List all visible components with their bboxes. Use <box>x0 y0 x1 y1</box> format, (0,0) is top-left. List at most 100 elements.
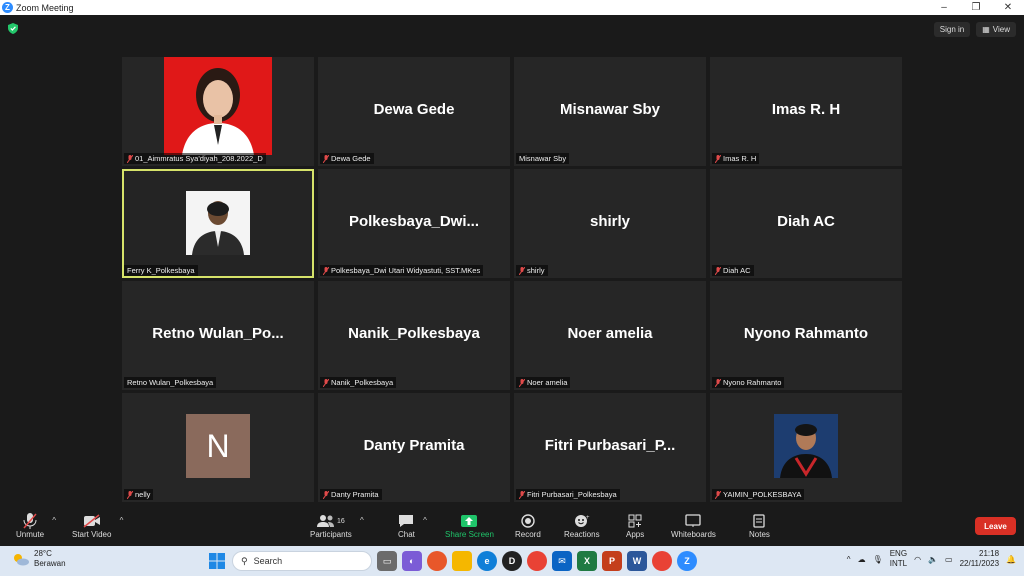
close-button[interactable]: ✕ <box>992 0 1024 15</box>
language-code: ENG <box>889 549 908 558</box>
mic-muted-icon <box>519 266 525 275</box>
chevron-up-icon[interactable]: ^ <box>847 555 851 564</box>
windows-taskbar: 28°C Berawan ⚲ Search ▭ ◐ e D ✉ X P W Z … <box>0 546 1024 576</box>
mail-icon[interactable]: ✉ <box>552 551 572 571</box>
video-tile[interactable]: Danty Pramita Danty Pramita <box>318 393 510 502</box>
video-tile[interactable]: Diah AC Diah AC <box>710 169 902 278</box>
apps-button[interactable]: Apps <box>626 512 644 539</box>
chat-button[interactable]: Chat ^ <box>398 512 427 539</box>
zoom-taskbar-icon[interactable]: Z <box>677 551 697 571</box>
tile-name: Misnawar Sby <box>519 154 567 163</box>
chrome-icon[interactable] <box>527 551 547 571</box>
security-shield-icon[interactable] <box>8 23 18 34</box>
participant-name-label: Danty Pramita <box>320 489 382 500</box>
tile-name: shirly <box>527 266 545 275</box>
notes-icon <box>753 514 766 528</box>
restore-button[interactable]: ❐ <box>960 0 992 15</box>
tile-display-name: Polkesbaya_Dwi... <box>348 213 480 230</box>
edge-browser-icon[interactable]: e <box>477 551 497 571</box>
tile-name: Dewa Gede <box>331 154 371 163</box>
chevron-up-icon[interactable]: ^ <box>120 516 124 525</box>
mic-muted-icon <box>715 490 721 499</box>
video-tile[interactable]: Nanik_Polkesbaya Nanik_Polkesbaya <box>318 281 510 390</box>
participants-icon <box>317 515 334 527</box>
video-tile[interactable]: Noer amelia Noer amelia <box>514 281 706 390</box>
view-label: View <box>992 25 1010 34</box>
tile-name: Imas R. H <box>723 154 757 163</box>
sign-in-button[interactable]: Sign in <box>933 22 971 37</box>
participants-button[interactable]: 16 Participants ^ <box>310 512 364 539</box>
mic-muted-icon <box>127 154 133 163</box>
unmute-label: Unmute <box>16 530 45 539</box>
video-tile[interactable]: Imas R. H Imas R. H <box>710 57 902 166</box>
window-title: Zoom Meeting <box>16 2 74 13</box>
volume-icon[interactable]: 🔈 <box>928 555 938 564</box>
reactions-button[interactable]: + Reactions <box>564 512 600 539</box>
participants-count: 16 <box>337 517 345 525</box>
video-tile[interactable]: Polkesbaya_Dwi... Polkesbaya_Dwi Utari W… <box>318 169 510 278</box>
app-icon[interactable] <box>427 551 447 571</box>
video-tile[interactable]: shirly shirly <box>514 169 706 278</box>
wifi-icon[interactable]: ◠ <box>914 555 921 564</box>
video-tile[interactable]: YAIMIN_POLKESBAYA <box>710 393 902 502</box>
video-tile[interactable]: Dewa Gede Dewa Gede <box>318 57 510 166</box>
clock-date: 22/11/2023 <box>959 559 1000 568</box>
participant-name-label: YAIMIN_POLKESBAYA <box>712 489 805 500</box>
microphone-icon[interactable]: 🎙 <box>873 555 883 564</box>
record-button[interactable]: Record <box>515 512 541 539</box>
word-icon[interactable]: W <box>627 551 647 571</box>
minimize-button[interactable]: – <box>928 0 960 15</box>
participant-name-label: Diah AC <box>712 265 754 276</box>
participant-photo <box>164 57 272 155</box>
tile-name: Ferry K_Polkesbaya <box>127 266 195 275</box>
video-tile[interactable]: Nyono Rahmanto Nyono Rahmanto <box>710 281 902 390</box>
video-tile-active-speaker[interactable]: Ferry K_Polkesbaya <box>122 169 314 278</box>
start-video-button[interactable]: Start Video ^ <box>72 512 123 539</box>
whiteboards-label: Whiteboards <box>671 530 716 539</box>
video-tile[interactable]: Misnawar Sby Misnawar Sby <box>514 57 706 166</box>
window-titlebar: Z Zoom Meeting – ❐ ✕ <box>0 0 1024 15</box>
chevron-up-icon[interactable]: ^ <box>360 516 364 525</box>
video-tile[interactable]: Fitri Purbasari_P... Fitri Purbasari_Pol… <box>514 393 706 502</box>
tile-name: Fitri Purbasari_Polkesbaya <box>527 490 617 499</box>
video-off-icon <box>83 514 100 528</box>
share-screen-icon <box>461 515 478 527</box>
whiteboard-icon <box>685 514 702 527</box>
participant-name-label: 01_Aimmratus Sya'diyah_208.2022_D <box>124 153 266 164</box>
powerpoint-icon[interactable]: P <box>602 551 622 571</box>
view-button[interactable]: ▦ View <box>976 22 1016 37</box>
chevron-up-icon[interactable]: ^ <box>423 516 427 525</box>
task-view-icon[interactable]: ▭ <box>377 551 397 571</box>
battery-icon[interactable]: ▭ <box>945 555 953 564</box>
video-tile[interactable]: Retno Wulan_Po... Retno Wulan_Polkesbaya <box>122 281 314 390</box>
reactions-icon: + <box>574 515 590 527</box>
weather-widget[interactable]: 28°C Berawan <box>12 549 66 569</box>
notes-button[interactable]: Notes <box>749 512 770 539</box>
share-screen-button[interactable]: Share Screen <box>445 512 494 539</box>
notification-bell-icon[interactable]: 🔔 <box>1006 555 1016 564</box>
participant-photo <box>186 191 250 255</box>
participants-label: Participants <box>310 530 352 539</box>
video-tile[interactable]: 01_Aimmratus Sya'diyah_208.2022_D <box>122 57 314 166</box>
svg-text:+: + <box>586 515 590 521</box>
participant-name-label: Retno Wulan_Polkesbaya <box>124 377 217 388</box>
dell-icon[interactable]: D <box>502 551 522 571</box>
language-indicator[interactable]: ENG INTL <box>890 549 907 569</box>
chrome-profile-icon[interactable] <box>652 551 672 571</box>
teams-chat-icon[interactable]: ◐ <box>402 551 422 571</box>
tile-display-name: Nyono Rahmanto <box>743 325 869 342</box>
taskbar-clock[interactable]: 21:18 22/11/2023 <box>960 549 999 569</box>
notes-label: Notes <box>749 530 770 539</box>
clock-time: 21:18 <box>979 549 1000 558</box>
windows-start-icon[interactable] <box>207 551 227 571</box>
taskbar-search-input[interactable]: ⚲ Search <box>232 551 372 571</box>
video-tile[interactable]: N nelly <box>122 393 314 502</box>
chevron-up-icon[interactable]: ^ <box>52 516 56 525</box>
file-explorer-icon[interactable] <box>452 551 472 571</box>
excel-icon[interactable]: X <box>577 551 597 571</box>
onedrive-cloud-icon[interactable]: ☁ <box>858 555 866 564</box>
leave-button[interactable]: Leave <box>975 517 1016 535</box>
whiteboards-button[interactable]: Whiteboards <box>671 512 716 539</box>
unmute-button[interactable]: Unmute ^ <box>16 512 56 539</box>
participant-name-label: Nyono Rahmanto <box>712 377 785 388</box>
